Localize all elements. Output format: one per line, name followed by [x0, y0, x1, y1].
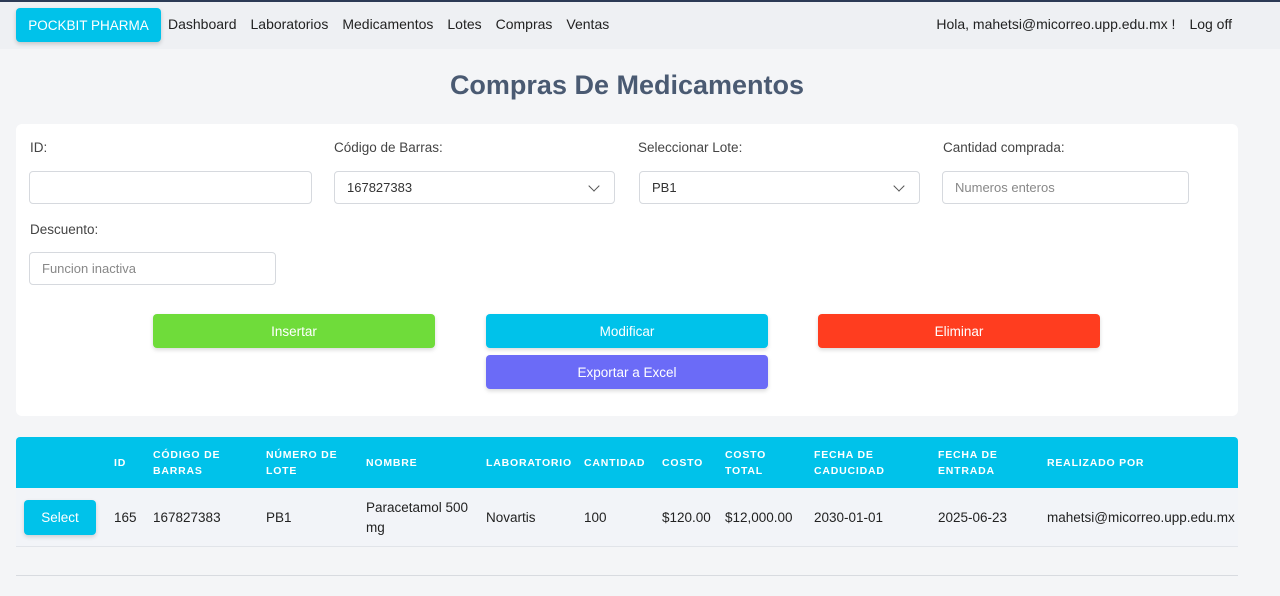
- header-caducidad: FECHA DE CADUCIDAD: [814, 448, 885, 477]
- logoff-link[interactable]: Log off: [1189, 16, 1232, 32]
- cell-barcode: 167827383: [153, 509, 221, 525]
- nav-link-ventas[interactable]: Ventas: [566, 16, 609, 32]
- chevron-down-icon: [588, 179, 600, 192]
- nav-link-medicamentos[interactable]: Medicamentos: [342, 16, 433, 32]
- insert-button[interactable]: Insertar: [153, 314, 435, 348]
- lote-label: Seleccionar Lote:: [638, 140, 743, 155]
- descuento-input[interactable]: Funcion inactiva: [29, 252, 276, 285]
- page-title: Compras De Medicamentos: [449, 70, 805, 100]
- cell-nombre: Paracetamol 500 mg: [366, 499, 469, 535]
- nav-user-area: Hola, mahetsi@micorreo.upp.edu.mx ! Log …: [936, 16, 1232, 32]
- descuento-placeholder: Funcion inactiva: [42, 261, 136, 276]
- table-header: ID CÓDIGO DE BARRAS NÚMERO DE LOTE NOMBRE …: [16, 437, 1238, 488]
- header-costo-total: COSTO TOTAL: [725, 448, 767, 477]
- header-cantidad: CANTIDAD: [584, 456, 646, 469]
- chevron-down-icon: [893, 179, 905, 192]
- footer-divider: [16, 575, 1238, 576]
- lote-select[interactable]: PB1: [639, 171, 920, 204]
- nav-links: Dashboard Laboratorios Medicamentos Lote…: [168, 16, 609, 32]
- select-row-button[interactable]: Select: [24, 500, 96, 535]
- cell-lote: PB1: [266, 509, 292, 525]
- cell-caducidad: 2030-01-01: [814, 509, 884, 525]
- header-barcode: CÓDIGO DE BARRAS: [153, 448, 221, 477]
- cell-costo-total: $12,000.00: [725, 509, 793, 525]
- cell-id: 165: [114, 509, 137, 525]
- cantidad-label: Cantidad comprada:: [943, 140, 1065, 155]
- nav-link-compras[interactable]: Compras: [496, 16, 553, 32]
- header-lote: NÚMERO DE LOTE: [266, 448, 338, 477]
- id-label: ID:: [30, 140, 48, 155]
- cell-cantidad: 100: [584, 509, 607, 525]
- cell-laboratorio: Novartis: [486, 509, 536, 525]
- header-id: ID: [114, 456, 127, 469]
- user-greeting[interactable]: Hola, mahetsi@micorreo.upp.edu.mx !: [936, 16, 1175, 32]
- modify-button[interactable]: Modificar: [486, 314, 768, 348]
- header-nombre: NOMBRE: [366, 456, 418, 469]
- header-realizado: REALIZADO POR: [1047, 456, 1145, 469]
- table-row: Select 165 167827383 PB1 Paracetamol 500…: [16, 488, 1238, 547]
- barcode-select-value: 167827383: [347, 180, 413, 195]
- cell-costo: $120.00: [662, 509, 711, 525]
- barcode-label: Código de Barras:: [334, 140, 443, 155]
- cell-realizado: mahetsi@micorreo.upp.edu.mx: [1047, 509, 1235, 525]
- purchase-form-card: ID: Código de Barras: 167827383 Seleccio…: [16, 124, 1238, 416]
- header-costo: COSTO: [662, 456, 704, 469]
- nav-link-lotes[interactable]: Lotes: [447, 16, 481, 32]
- brand-button[interactable]: POCKBIT PHARMA: [16, 8, 161, 42]
- cell-entrada: 2025-06-23: [938, 509, 1008, 525]
- cantidad-input[interactable]: Numeros enteros: [942, 171, 1189, 204]
- header-laboratorio: LABORATORIO: [486, 456, 572, 469]
- navbar: POCKBIT PHARMA Dashboard Laboratorios Me…: [0, 2, 1280, 49]
- purchases-table: ID CÓDIGO DE BARRAS NÚMERO DE LOTE NOMBRE …: [16, 437, 1238, 547]
- header-entrada: FECHA DE ENTRADA: [938, 448, 998, 477]
- lote-select-value: PB1: [652, 180, 677, 195]
- cantidad-placeholder: Numeros enteros: [955, 180, 1055, 195]
- export-excel-button[interactable]: Exportar a Excel: [486, 355, 768, 389]
- barcode-select[interactable]: 167827383: [334, 171, 615, 204]
- delete-button[interactable]: Eliminar: [818, 314, 1100, 348]
- id-input[interactable]: [29, 171, 312, 204]
- nav-link-dashboard[interactable]: Dashboard: [168, 16, 237, 32]
- descuento-label: Descuento:: [30, 222, 99, 237]
- nav-link-laboratorios[interactable]: Laboratorios: [251, 16, 329, 32]
